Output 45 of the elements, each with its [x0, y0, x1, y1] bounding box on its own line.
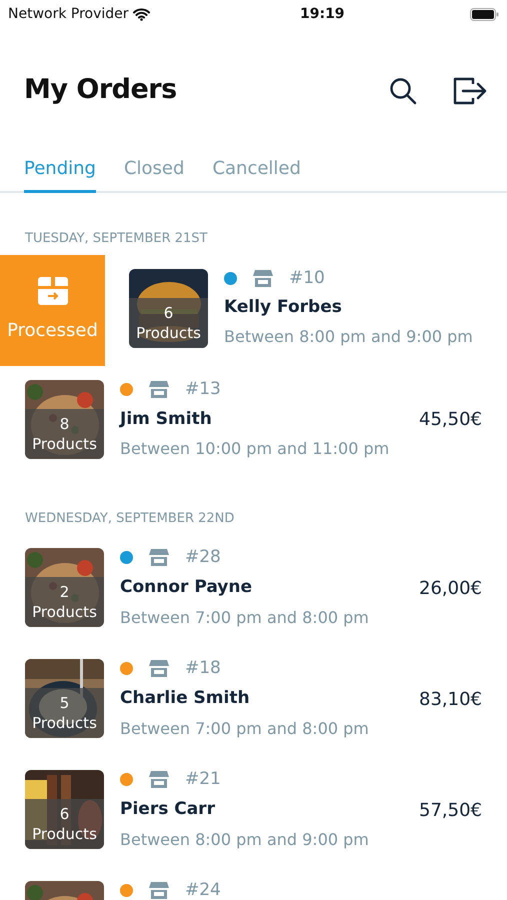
order-price: 57,50€ [419, 798, 482, 822]
product-count: 5 Products [25, 688, 104, 738]
order-price: 26,00€ [419, 576, 482, 600]
order-number: #13 [185, 378, 221, 400]
delivery-window: Between 7:00 pm and 8:00 pm [120, 716, 482, 740]
order-number: #28 [185, 546, 221, 569]
order-number: #24 [185, 879, 221, 900]
wifi-icon [132, 8, 150, 20]
order-number: #18 [185, 657, 221, 680]
delivery-window: Between 8:00 pm and 9:00 pm [224, 324, 507, 348]
tab[interactable]: Pending [24, 155, 96, 193]
order-number: #21 [185, 768, 221, 791]
page-title: My Orders [24, 74, 177, 107]
tab[interactable]: Closed [124, 155, 184, 193]
product-count: 6 Products [129, 298, 208, 348]
logout-button[interactable] [453, 76, 487, 106]
customer-name: Charlie Smith [120, 687, 250, 710]
tab[interactable]: Cancelled [212, 155, 301, 193]
customer-name: Jim Smith [120, 408, 212, 431]
product-count: 6 Products [25, 799, 104, 849]
status-time: 19:19 [300, 4, 345, 24]
product-count: 8 Products [25, 408, 104, 458]
battery-icon [470, 8, 499, 20]
carrier-name: Network Provider [8, 4, 129, 24]
box-icon [38, 276, 68, 304]
order-number: #10 [289, 266, 325, 290]
search-button[interactable] [389, 76, 417, 104]
store-icon [149, 549, 169, 566]
section-date: WEDNESDAY, SEPTEMBER 22ND [24, 510, 236, 528]
store-icon [149, 882, 169, 900]
delivery-window: Between 7:00 pm and 8:00 pm [120, 606, 482, 630]
section-date: TUESDAY, SEPTEMBER 21ST [24, 230, 209, 248]
order-price: 83,10€ [419, 688, 482, 712]
store-icon [149, 771, 169, 788]
customer-name: Connor Payne [120, 576, 252, 600]
delivery-window: Between 10:00 pm and 11:00 pm [120, 437, 482, 461]
store-icon [149, 380, 169, 398]
product-count: 2 Products [25, 577, 104, 627]
delivery-window: Between 8:00 pm and 9:00 pm [120, 828, 482, 852]
order-price: 45,50€ [419, 408, 482, 432]
store-icon [149, 660, 169, 678]
processed-button[interactable]: Processed [0, 254, 105, 366]
customer-name: Piers Carr [120, 798, 215, 822]
customer-name: Kelly Forbes [224, 296, 342, 319]
store-icon [253, 270, 273, 287]
